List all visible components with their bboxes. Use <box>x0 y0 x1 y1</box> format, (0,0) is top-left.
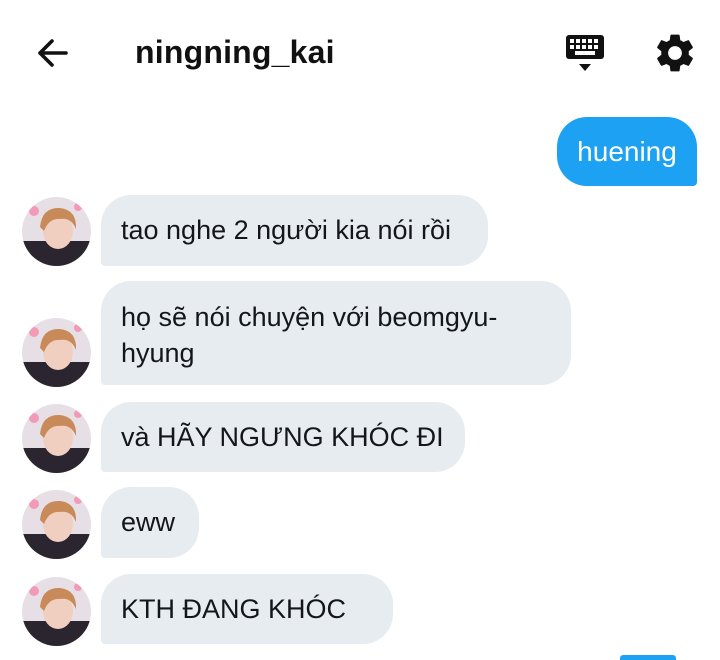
compose-button-edge[interactable] <box>620 655 676 660</box>
arrow-left-icon <box>38 39 68 67</box>
avatar[interactable] <box>22 318 91 387</box>
keyboard-icon <box>566 35 604 71</box>
outgoing-message-bubble[interactable]: huening <box>557 117 697 186</box>
keyboard-button[interactable] <box>562 30 608 76</box>
avatar[interactable] <box>22 404 91 473</box>
conversation-header: ningning_kai <box>0 0 720 104</box>
incoming-message-bubble[interactable]: tao nghe 2 người kia nói rồi <box>101 195 488 266</box>
incoming-message-bubble[interactable]: eww <box>101 487 199 558</box>
avatar[interactable] <box>22 490 91 559</box>
gear-icon <box>657 34 693 72</box>
back-button[interactable] <box>28 30 76 76</box>
avatar[interactable] <box>22 577 91 646</box>
avatar[interactable] <box>22 197 91 266</box>
incoming-message-bubble[interactable]: và HÃY NGƯNG KHÓC ĐI <box>101 402 465 472</box>
page-title: ningning_kai <box>135 34 335 70</box>
incoming-message-bubble[interactable]: họ sẽ nói chuyện với beomgyu-hyung <box>101 281 571 385</box>
incoming-message-bubble[interactable]: KTH ĐANG KHÓC <box>101 574 393 644</box>
settings-button[interactable] <box>652 30 698 76</box>
